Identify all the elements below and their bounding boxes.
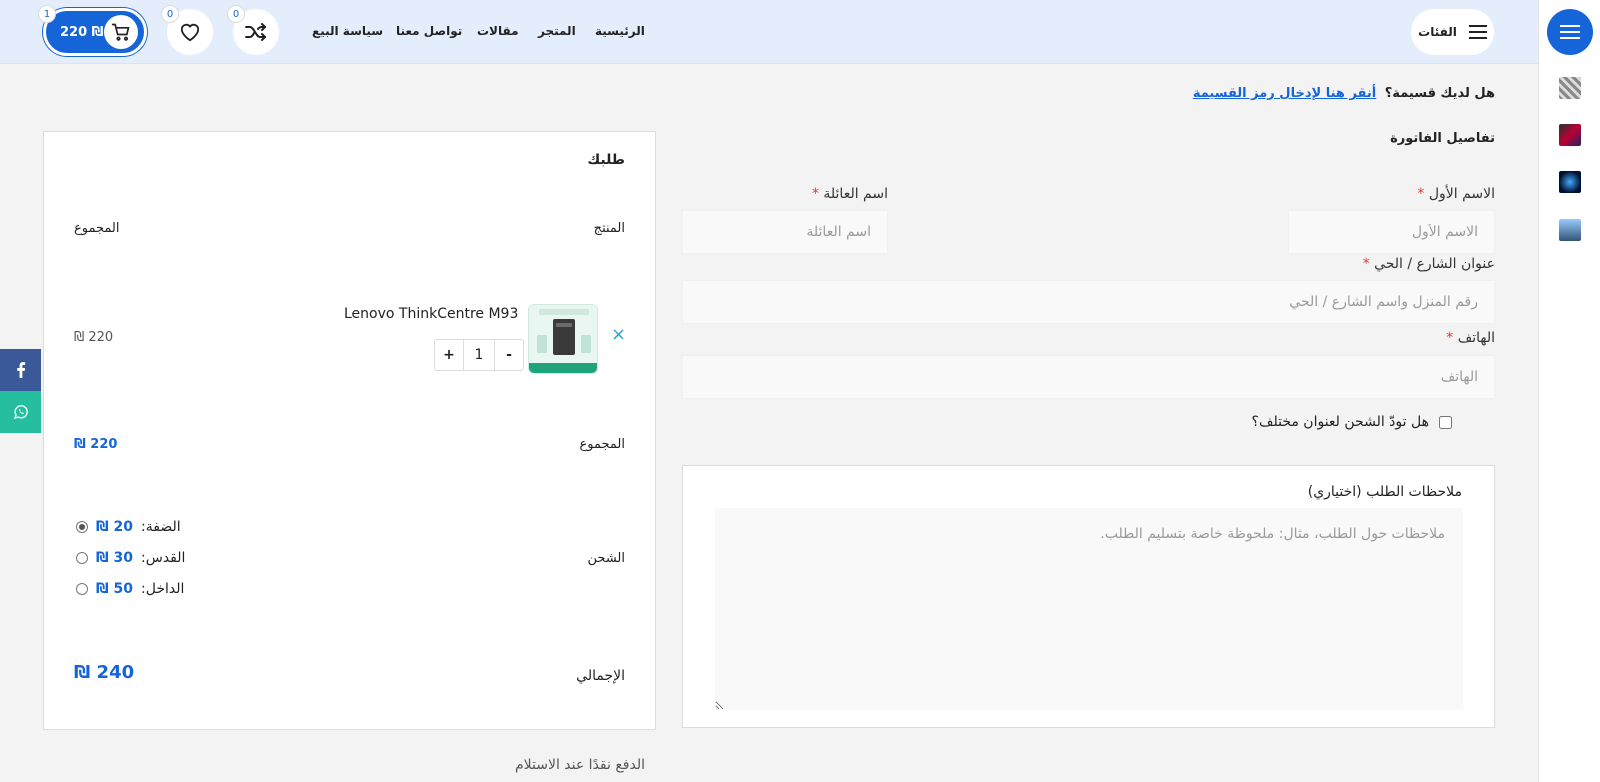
whatsapp-icon	[13, 405, 28, 419]
total-value: 240 ₪	[74, 662, 135, 683]
whatsapp-share-button[interactable]	[0, 391, 41, 433]
order-title: طلبك	[587, 152, 625, 168]
order-notes-label: ملاحظات الطلب (اختياري)	[1307, 484, 1462, 500]
recent-product-thumb[interactable]	[1559, 77, 1581, 99]
shuffle-icon	[245, 23, 266, 41]
col-total-header: المجموع	[74, 221, 120, 236]
shipping-option-interior[interactable]: الداخل: 50 ₪	[76, 581, 184, 597]
quantity-stepper: + 1 -	[434, 339, 524, 371]
line-total: 220 ₪	[74, 330, 114, 345]
ship-different-option[interactable]: هل تودّ الشحن لعنوان مختلف؟	[1252, 414, 1452, 430]
phone-label-text: الهاتف	[1457, 330, 1495, 346]
ship-different-checkbox[interactable]	[1439, 415, 1452, 429]
qty-minus-button[interactable]: -	[495, 340, 523, 370]
payment-cod-label[interactable]: الدفع نقدًا عند الاستلام	[515, 757, 645, 773]
wishlist-count-badge: 0	[161, 5, 179, 23]
facebook-share-button[interactable]	[0, 349, 41, 391]
heart-icon	[180, 23, 200, 42]
required-mark: *	[1362, 256, 1370, 272]
cart-icon	[111, 23, 130, 41]
product-thumbnail	[529, 305, 597, 373]
qty-value[interactable]: 1	[463, 340, 495, 370]
coupon-link[interactable]: أنقر هنا لإدخال رمز القسيمة	[1193, 86, 1376, 101]
phone-input[interactable]	[682, 355, 1495, 399]
shipping-option-name: القدس:	[141, 550, 186, 566]
shipping-option-jerusalem[interactable]: القدس: 30 ₪	[76, 550, 185, 566]
hamburger-icon	[1560, 25, 1580, 39]
shipping-option-price: 20 ₪	[96, 519, 134, 535]
sidebar-menu-button[interactable]	[1547, 9, 1593, 55]
required-mark: *	[1417, 186, 1425, 202]
address-label: عنوان الشارع / الحي *	[1363, 256, 1495, 272]
first-name-label-text: الاسم الأول	[1428, 186, 1495, 202]
hamburger-icon	[1468, 25, 1487, 39]
site-header: الفئات الرئيسية المتجر مقالات تواصل معنا…	[0, 0, 1538, 64]
nav-articles[interactable]: مقالات	[477, 24, 519, 38]
categories-button[interactable]: الفئات	[1411, 9, 1494, 55]
cart-icon-wrap	[104, 15, 138, 49]
compare-count-badge: 0	[227, 5, 245, 23]
recent-product-thumb[interactable]	[1559, 124, 1581, 146]
recent-product-thumb[interactable]	[1559, 219, 1581, 241]
ship-different-label: هل تودّ الشحن لعنوان مختلف؟	[1251, 414, 1429, 430]
product-image	[528, 304, 598, 374]
first-name-label: الاسم الأول *	[1417, 186, 1495, 202]
shipping-option-name: الداخل:	[141, 581, 185, 597]
cart-count-badge: 1	[38, 5, 56, 23]
cart-total: 220 ₪	[60, 24, 104, 40]
last-name-label-text: اسم العائلة	[823, 186, 888, 202]
total-label: الإجمالي	[576, 668, 625, 684]
last-name-input[interactable]	[682, 210, 888, 254]
order-notes-textarea[interactable]	[715, 508, 1463, 710]
coupon-question: هل لديك قسيمة؟	[1384, 86, 1495, 101]
subtotal-value: 220 ₪	[74, 437, 118, 452]
nav-contact[interactable]: تواصل معنا	[396, 24, 462, 38]
remove-item-button[interactable]: ×	[611, 324, 626, 345]
order-notes-box: ملاحظات الطلب (اختياري)	[682, 465, 1495, 728]
phone-label: الهاتف *	[1446, 330, 1495, 346]
shipping-option-price: 50 ₪	[96, 581, 134, 597]
shipping-option-westbank[interactable]: الضفة: 20 ₪	[76, 519, 181, 535]
nav-shop[interactable]: المتجر	[538, 24, 576, 38]
required-mark: *	[811, 186, 819, 202]
qty-plus-button[interactable]: +	[435, 340, 463, 370]
coupon-notice: هل لديك قسيمة؟ أنقر هنا لإدخال رمز القسي…	[1193, 86, 1495, 101]
address-label-text: عنوان الشارع / الحي	[1374, 256, 1495, 272]
last-name-label: اسم العائلة *	[812, 186, 888, 202]
first-name-input[interactable]	[1288, 210, 1495, 254]
col-product-header: المنتج	[593, 221, 625, 236]
required-mark: *	[1446, 330, 1454, 346]
shipping-option-price: 30 ₪	[96, 550, 134, 566]
nav-sales-policy[interactable]: سياسة البيع	[312, 24, 383, 38]
facebook-icon	[16, 362, 25, 378]
address-input[interactable]	[682, 280, 1495, 324]
wishlist-button[interactable]: 0	[161, 5, 213, 55]
shipping-option-name: الضفة:	[141, 519, 181, 535]
product-name: Lenovo ThinkCentre M93	[344, 306, 519, 322]
shipping-label: الشحن	[587, 551, 625, 566]
order-summary: طلبك المنتج المجموع × Lenovo ThinkCentre…	[43, 131, 656, 730]
shipping-radio[interactable]	[76, 583, 88, 595]
recent-product-thumb[interactable]	[1559, 171, 1581, 193]
right-sidebar	[1538, 0, 1600, 782]
nav-home[interactable]: الرئيسية	[595, 24, 645, 38]
cart-button[interactable]: 1 220 ₪	[38, 5, 147, 56]
subtotal-label: المجموع	[579, 437, 625, 452]
compare-button[interactable]: 0	[227, 5, 279, 55]
shipping-radio[interactable]	[76, 552, 88, 564]
shipping-radio[interactable]	[76, 521, 88, 533]
billing-title: تفاصيل الفاتورة	[1390, 131, 1495, 146]
categories-label: الفئات	[1418, 25, 1457, 39]
